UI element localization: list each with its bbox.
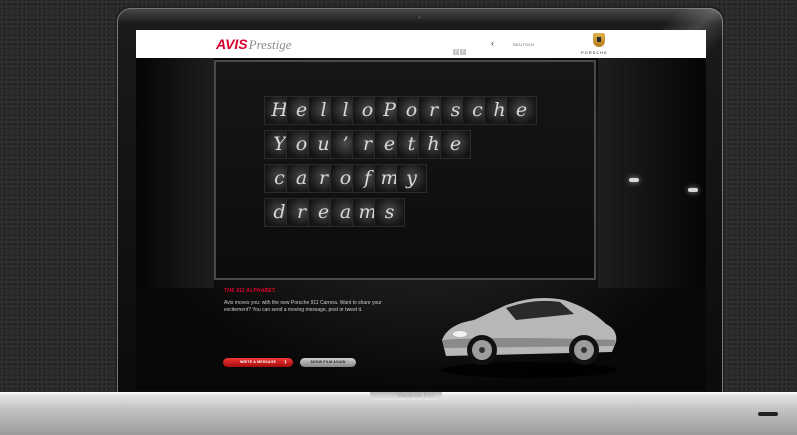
section-body: Avis moves you: with the new Porsche 911… <box>224 300 382 313</box>
logo-avis-text: AVIS <box>216 36 248 52</box>
garage-wall-left <box>136 58 214 288</box>
letter-tile: e <box>440 130 471 159</box>
letter-glyph: y <box>406 167 417 189</box>
logo-prestige-text: Prestige <box>248 37 292 52</box>
porsche-wordmark: PORSCHE <box>581 50 608 55</box>
avis-prestige-logo[interactable]: AVISPrestige <box>216 36 291 54</box>
porsche-crest-icon <box>593 33 605 47</box>
language-switch[interactable]: DEUTSCH <box>513 42 534 47</box>
site-header: AVISPrestige ft ‹ DEUTSCH PORSCHE <box>136 30 706 58</box>
show-film-button[interactable]: SHOW FILM AGAIN <box>300 358 356 367</box>
facebook-icon[interactable]: f <box>453 49 459 55</box>
minimize-icon[interactable] <box>758 412 778 416</box>
hero-area: He l l o Po r s c h e Yo u’ r e t h e c a r o f m y d r e a m s THE 9… <box>136 58 706 390</box>
ceiling-light <box>629 178 639 182</box>
ceiling-light <box>688 188 698 192</box>
letter-tile: y <box>396 164 427 193</box>
camera-icon <box>418 16 421 19</box>
garage-wall-right <box>598 58 706 288</box>
social-links: ft <box>453 40 467 58</box>
twitter-icon[interactable]: t <box>460 49 466 55</box>
back-arrow-icon[interactable]: ‹ <box>491 38 494 48</box>
alphabet-billboard: He l l o Po r s c h e Yo u’ r e t h e c a r o f m y d r e a m s <box>214 60 596 280</box>
macbook-label: MacBook Pro <box>397 393 434 399</box>
section-title: THE 911 ALPHABET. <box>224 288 277 294</box>
letter-glyph: e <box>515 99 528 121</box>
letter-tile: e <box>506 96 537 125</box>
letter-glyph: s <box>384 201 395 223</box>
letter-tile: s <box>374 198 405 227</box>
letter-glyph: e <box>449 133 462 155</box>
laptop-screen: AVISPrestige ft ‹ DEUTSCH PORSCHE HelloP… <box>136 30 706 390</box>
write-message-button[interactable]: WRITE A MESSAGE <box>223 357 293 367</box>
porsche-911-car-image <box>441 298 617 378</box>
